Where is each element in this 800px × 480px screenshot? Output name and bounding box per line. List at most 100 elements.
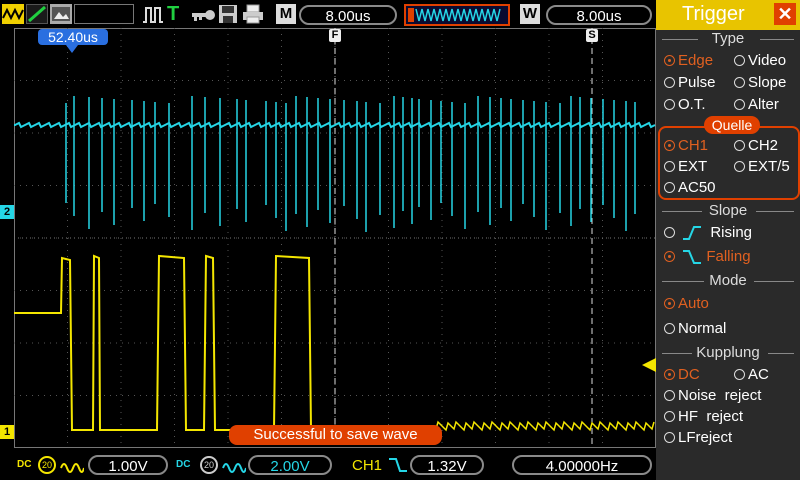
ch2-volts-display[interactable]: 2.00V: [248, 455, 332, 475]
ch1-bwlimit-icon[interactable]: 20: [38, 456, 56, 474]
option-label: AC: [748, 366, 769, 383]
mode-m-button[interactable]: M: [276, 4, 296, 24]
coupling-option-hf-reject[interactable]: HF reject: [664, 408, 743, 425]
radio-icon: [664, 227, 675, 238]
radio-icon: [664, 99, 675, 110]
radio-icon: [664, 55, 675, 66]
trigger-position-marker[interactable]: F: [329, 29, 341, 42]
slope-option-falling[interactable]: Falling: [664, 248, 751, 266]
option-label: CH1: [678, 137, 709, 154]
coupling-option-ac[interactable]: AC: [734, 366, 769, 383]
mode-option-normal[interactable]: Normal: [664, 320, 726, 337]
radio-icon: [664, 323, 675, 334]
radio-icon: [734, 77, 745, 88]
radio-icon: [664, 369, 675, 380]
wave-mode-icon[interactable]: [2, 4, 24, 24]
option-label: O.T.: [678, 96, 706, 113]
ramp-icon[interactable]: [26, 4, 48, 24]
waveform-canvas: [14, 28, 656, 448]
ch2-bwlimit-icon[interactable]: 20: [200, 456, 218, 474]
option-label: DC: [678, 366, 700, 383]
coupling-option-lf-reject[interactable]: LFreject: [664, 429, 732, 446]
trigger-level-display[interactable]: 1.32V: [410, 455, 484, 475]
radio-icon: [734, 99, 745, 110]
print-icon[interactable]: [242, 4, 264, 24]
radio-icon: [664, 140, 675, 151]
mode-option-auto[interactable]: Auto: [664, 295, 709, 312]
trigger-panel-body: Type Edge Video Pulse Slope O.T. Alter Q…: [656, 30, 800, 480]
cursor-s-marker[interactable]: S: [586, 29, 598, 42]
option-label: HF reject: [678, 408, 744, 425]
radio-icon: [664, 298, 675, 309]
trigger-channel-label: CH1: [352, 457, 383, 474]
memory-window-icon[interactable]: [404, 4, 510, 26]
source-option-ext[interactable]: EXT: [664, 158, 707, 175]
window-w-button[interactable]: W: [520, 4, 540, 24]
radio-icon: [664, 390, 675, 401]
waveform-screen[interactable]: [14, 28, 656, 448]
time-offset-pointer-icon: [66, 45, 78, 53]
radio-icon: [664, 77, 675, 88]
option-label: Edge: [678, 52, 714, 69]
timebase-display[interactable]: 8.00us: [299, 5, 397, 25]
ch1-invert-icon[interactable]: [60, 456, 85, 474]
ch2-ground-marker[interactable]: 2: [0, 205, 14, 219]
source-option-ext5[interactable]: EXT/5: [734, 158, 790, 175]
falling-edge-icon: [683, 250, 702, 265]
window-timebase-display[interactable]: 8.00us: [546, 5, 652, 25]
slope-section-title: Slope: [708, 202, 748, 219]
type-option-alter[interactable]: Alter: [734, 96, 779, 113]
radio-icon: [664, 432, 675, 443]
radio-icon: [734, 140, 745, 151]
option-label: AC50: [678, 179, 716, 196]
trigger-level-arrow-icon[interactable]: [642, 358, 656, 372]
type-option-video[interactable]: Video: [734, 52, 786, 69]
option-label: Normal: [678, 320, 727, 337]
bottom-status-bar: DC 20 1.00V DC 20 2.00V CH1 1.32V 4.0000…: [0, 450, 656, 480]
type-option-pulse[interactable]: Pulse: [664, 74, 716, 91]
ch1-coupling-icon[interactable]: DC: [17, 456, 35, 474]
radio-icon: [664, 182, 675, 193]
source-option-ch2[interactable]: CH2: [734, 137, 778, 154]
source-section-title: Quelle: [704, 116, 760, 134]
mode-section-title: Mode: [709, 272, 747, 289]
close-icon[interactable]: ✕: [774, 3, 796, 25]
trigger-t-icon[interactable]: T: [167, 3, 185, 25]
coupling-option-noise-reject[interactable]: Noise reject: [664, 387, 761, 404]
option-label: Slope: [748, 74, 787, 91]
coupling-option-dc[interactable]: DC: [664, 366, 700, 383]
ch2-coupling-icon[interactable]: DC: [176, 456, 194, 474]
source-option-ac50[interactable]: AC50: [664, 179, 716, 196]
radio-icon: [664, 251, 675, 262]
option-label: EXT: [678, 158, 708, 175]
option-label: Noise reject: [678, 387, 762, 404]
option-label: Rising: [710, 224, 753, 241]
trigger-panel: Trigger ✕ Type Edge Video Pulse Slope O.…: [656, 0, 800, 480]
option-label: LFreject: [678, 429, 733, 446]
trigger-panel-title: Trigger: [682, 3, 745, 25]
source-option-ch1[interactable]: CH1: [664, 137, 708, 154]
save-toast: Successful to save wave: [229, 425, 442, 445]
radio-icon: [664, 161, 675, 172]
type-option-edge[interactable]: Edge: [664, 52, 713, 69]
coupling-section-title: Kupplung: [696, 344, 760, 361]
radio-icon: [734, 369, 745, 380]
type-option-ot[interactable]: O.T.: [664, 96, 706, 113]
save-icon[interactable]: [218, 4, 238, 24]
image-icon[interactable]: [50, 4, 72, 24]
ch1-volts-display[interactable]: 1.00V: [88, 455, 168, 475]
option-label: Video: [748, 52, 787, 69]
ch2-invert-icon[interactable]: [222, 456, 247, 474]
frequency-display: 4.00000Hz: [512, 455, 652, 475]
key-icon[interactable]: [190, 5, 216, 25]
option-label: Falling: [706, 248, 751, 265]
slope-option-rising[interactable]: Rising: [664, 224, 752, 242]
blank-slot: [74, 4, 134, 24]
radio-icon: [734, 161, 745, 172]
type-option-slope[interactable]: Slope: [734, 74, 786, 91]
ch1-ground-marker[interactable]: 1: [0, 425, 14, 439]
time-offset-tag[interactable]: 52.40us: [38, 29, 108, 45]
type-section-title: Type: [711, 30, 745, 47]
pulse-icon[interactable]: [142, 5, 164, 25]
top-toolbar: T M 8.00us W 8.00us: [0, 0, 656, 28]
